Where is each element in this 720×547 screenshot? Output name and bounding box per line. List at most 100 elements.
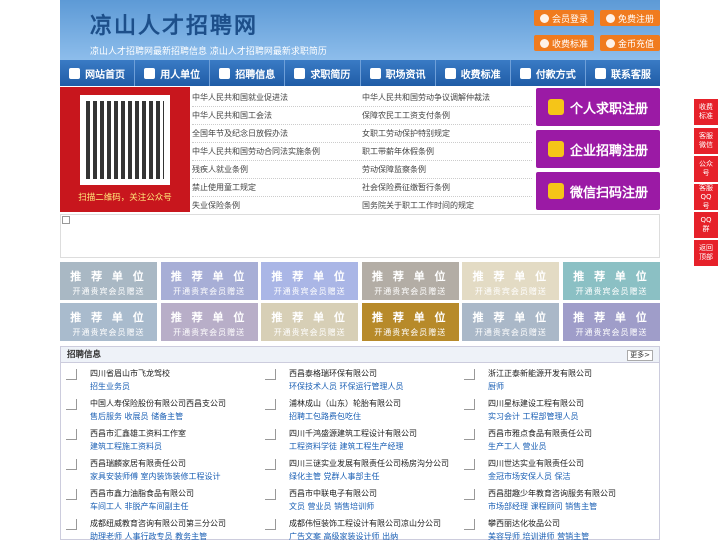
recommend-tile[interactable]: 推 荐 单 位开通贵宾会员赠送 [160, 303, 258, 341]
company-name[interactable]: 中国人寿保险股份有限公司西昌支公司 [90, 398, 226, 409]
pricing-button[interactable]: 收费标准 [534, 35, 594, 51]
company-name[interactable]: 西昌市鑫力油脂食品有限公司 [90, 488, 194, 499]
list-item[interactable]: 四川千鸿盛源建筑工程设计有限公司 工程资料学徒 建筑工程生产经理 [260, 425, 455, 457]
job-titles[interactable]: 绿化主管 党群人事部主任 [289, 471, 380, 482]
list-item[interactable]: 成都伟恒装饰工程设计有限公司凉山分公司 广告文案 高级家装设计师 出纳 [260, 515, 455, 547]
side-button[interactable]: 客服QQ号 [694, 184, 718, 210]
law-link[interactable]: 职工带薪年休假条例 [362, 146, 532, 157]
company-name[interactable]: 四川星标建设工程有限公司 [488, 398, 584, 409]
company-name[interactable]: 成都纽威教育咨询有限公司第三分公司 [90, 518, 226, 529]
list-item[interactable]: 西昌甜趣少年教育咨询服务有限公司 市场部经理 课程顾问 销售主管 [459, 485, 654, 517]
law-link[interactable]: 女职工劳动保护特别规定 [362, 128, 532, 139]
law-link[interactable]: 保障农民工工资支付条例 [362, 110, 532, 121]
job-titles[interactable]: 生产工人 营业员 [488, 441, 547, 452]
list-item[interactable]: 攀西丽达化妆品公司美容导师 培训讲师 营销主管 [459, 515, 654, 547]
recommend-tile[interactable]: 推 荐 单 位开通贵宾会员赠送 [563, 303, 660, 341]
banner-image[interactable] [60, 214, 660, 258]
recharge-button[interactable]: 金币充值 [600, 35, 660, 51]
wechat-register-button[interactable]: 微信扫码注册 [536, 172, 660, 210]
job-titles[interactable]: 家具安装师傅 室内装饰装修工程设计 [90, 471, 221, 482]
nav-resumes[interactable]: 求职简历 [285, 60, 361, 86]
company-register-button[interactable]: 企业招聘注册 [536, 130, 660, 168]
side-button[interactable]: 收费标准 [694, 99, 718, 125]
law-link[interactable]: 全国年节及纪念日放假办法 [192, 128, 362, 139]
law-link[interactable]: 中华人民共和国就业促进法 [192, 92, 362, 103]
job-titles[interactable]: 售后服务 收展员 储备主管 [90, 411, 183, 422]
job-titles[interactable]: 建筑工程施工资料员 [90, 441, 162, 452]
job-titles[interactable]: 环保技术人员 环保运行管理人员 [289, 381, 404, 392]
nav-payment[interactable]: 付款方式 [511, 60, 586, 86]
job-titles[interactable]: 车间工人 非脱产车间副主任 [90, 501, 189, 512]
recommend-tile[interactable]: 推 荐 单 位开通贵宾会员赠送 [462, 262, 560, 300]
company-name[interactable]: 浙江正泰新能源开发有限公司 [488, 368, 592, 379]
law-link[interactable]: 中华人民共和国工会法 [192, 110, 362, 121]
job-titles[interactable]: 金冠市场安保人员 保洁 [488, 471, 571, 482]
company-name[interactable]: 西昌市中联电子有限公司 [289, 488, 377, 499]
law-link[interactable]: 禁止使用童工规定 [192, 182, 362, 193]
recommend-tile[interactable]: 推 荐 单 位开通贵宾会员赠送 [160, 262, 258, 300]
nav-home[interactable]: 网站首页 [60, 60, 136, 86]
job-titles[interactable]: 美容导师 培训讲师 营销主管 [488, 531, 589, 542]
register-button[interactable]: 免费注册 [600, 10, 660, 26]
list-item[interactable]: 四川三谜实业发展有限责任公司杨房沟分公司 绿化主管 党群人事部主任 [260, 455, 455, 487]
recommend-tile[interactable]: 推 荐 单 位开通贵宾会员赠送 [60, 262, 157, 300]
list-item[interactable]: 西昌市汇鑫雄工资料工作室 建筑工程施工资料员 [61, 425, 256, 457]
law-link[interactable]: 劳动保障监察条例 [362, 164, 532, 175]
nav-news[interactable]: 职场资讯 [361, 60, 436, 86]
nav-pricing[interactable]: 收费标准 [436, 60, 511, 86]
login-button[interactable]: 会员登录 [534, 10, 594, 26]
company-name[interactable]: 西昌泰格瑞环保有限公司 [289, 368, 377, 379]
company-name[interactable]: 四川千鸿盛源建筑工程设计有限公司 [289, 428, 417, 439]
company-name[interactable]: 四川三谜实业发展有限责任公司杨房沟分公司 [289, 458, 449, 469]
law-link[interactable]: 社会保险费征缴暂行条例 [362, 182, 532, 193]
side-button[interactable]: 公众号 [694, 156, 718, 182]
job-titles[interactable]: 厨师 [488, 381, 504, 392]
nav-contact[interactable]: 联系客服 [586, 60, 660, 86]
nav-jobs[interactable]: 招聘信息 [210, 60, 286, 86]
side-button[interactable]: 客服微信 [694, 128, 718, 154]
job-titles[interactable]: 实习会计 工程部管理人员 [488, 411, 579, 422]
recommend-tile[interactable]: 推 荐 单 位开通贵宾会员赠送 [261, 262, 359, 300]
site-title[interactable]: 凉山人才招聘网 [90, 8, 258, 40]
list-item[interactable]: 西昌市雅点食品有限责任公司 生产工人 营业员 [459, 425, 654, 457]
list-item[interactable]: 成都纽威教育咨询有限公司第三分公司 助理老师 人事行政专员 教务主管 [61, 515, 256, 547]
recommend-tile[interactable]: 推 荐 单 位开通贵宾会员赠送 [361, 303, 459, 341]
company-name[interactable]: 攀西丽达化妆品公司 [488, 518, 560, 529]
recommend-tile[interactable]: 推 荐 单 位开通贵宾会员赠送 [361, 262, 459, 300]
company-name[interactable]: 四川世达实业有限责任公司 [488, 458, 584, 469]
jobseeker-register-button[interactable]: 个人求职注册 [536, 88, 660, 126]
law-link[interactable]: 中华人民共和国劳动合同法实施条例 [192, 146, 362, 157]
law-link[interactable]: 国务院关于职工工作时间的规定 [362, 200, 532, 211]
company-name[interactable]: 四川省眉山市飞龙驾校 [90, 368, 170, 379]
list-item[interactable]: 西昌市鑫力油脂食品有限公司 车间工人 非脱产车间副主任 [61, 485, 256, 517]
side-button[interactable]: QQ群 [694, 212, 718, 238]
job-titles[interactable]: 市场部经理 课程顾问 销售主管 [488, 501, 597, 512]
list-item[interactable]: 浦林成山（山东）轮胎有限公司 招聘工包路费包吃住 [260, 395, 455, 427]
company-name[interactable]: 西昌市汇鑫雄工资料工作室 [90, 428, 186, 439]
side-button[interactable]: 返回顶部 [694, 240, 718, 266]
company-name[interactable]: 浦林成山（山东）轮胎有限公司 [289, 398, 401, 409]
nav-employers[interactable]: 用人单位 [135, 60, 211, 86]
company-name[interactable]: 成都伟恒装饰工程设计有限公司凉山分公司 [289, 518, 441, 529]
recommend-tile[interactable]: 推 荐 单 位开通贵宾会员赠送 [60, 303, 157, 341]
job-titles[interactable]: 工程资料学徒 建筑工程生产经理 [289, 441, 404, 452]
list-item[interactable]: 西昌瑞麟家居有限责任公司家具安装师傅 室内装饰装修工程设计 [61, 455, 256, 487]
company-name[interactable]: 西昌瑞麟家居有限责任公司 [90, 458, 186, 469]
list-item[interactable]: 四川世达实业有限责任公司 金冠市场安保人员 保洁 [459, 455, 654, 487]
list-item[interactable]: 浙江正泰新能源开发有限公司 厨师 [459, 365, 654, 397]
recommend-tile[interactable]: 推 荐 单 位开通贵宾会员赠送 [462, 303, 560, 341]
recommend-tile[interactable]: 推 荐 单 位开通贵宾会员赠送 [261, 303, 359, 341]
list-item[interactable]: 四川省眉山市飞龙驾校 招生业务员 [61, 365, 256, 397]
job-titles[interactable]: 招聘工包路费包吃住 [289, 411, 361, 422]
job-titles[interactable]: 招生业务员 [90, 381, 130, 392]
company-name[interactable]: 西昌市雅点食品有限责任公司 [488, 428, 592, 439]
law-link[interactable]: 残疾人就业条例 [192, 164, 362, 175]
company-name[interactable]: 西昌甜趣少年教育咨询服务有限公司 [488, 488, 616, 499]
list-item[interactable]: 中国人寿保险股份有限公司西昌支公司 售后服务 收展员 储备主管 [61, 395, 256, 427]
list-item[interactable]: 西昌市中联电子有限公司 文员 营业员 销售培训师 [260, 485, 455, 517]
recommend-tile[interactable]: 推 荐 单 位开通贵宾会员赠送 [563, 262, 660, 300]
list-item[interactable]: 四川星标建设工程有限公司 实习会计 工程部管理人员 [459, 395, 654, 427]
job-titles[interactable]: 广告文案 高级家装设计师 出纳 [289, 531, 398, 542]
job-titles[interactable]: 助理老师 人事行政专员 教务主管 [90, 531, 207, 542]
law-link[interactable]: 失业保险条例 [192, 200, 362, 211]
